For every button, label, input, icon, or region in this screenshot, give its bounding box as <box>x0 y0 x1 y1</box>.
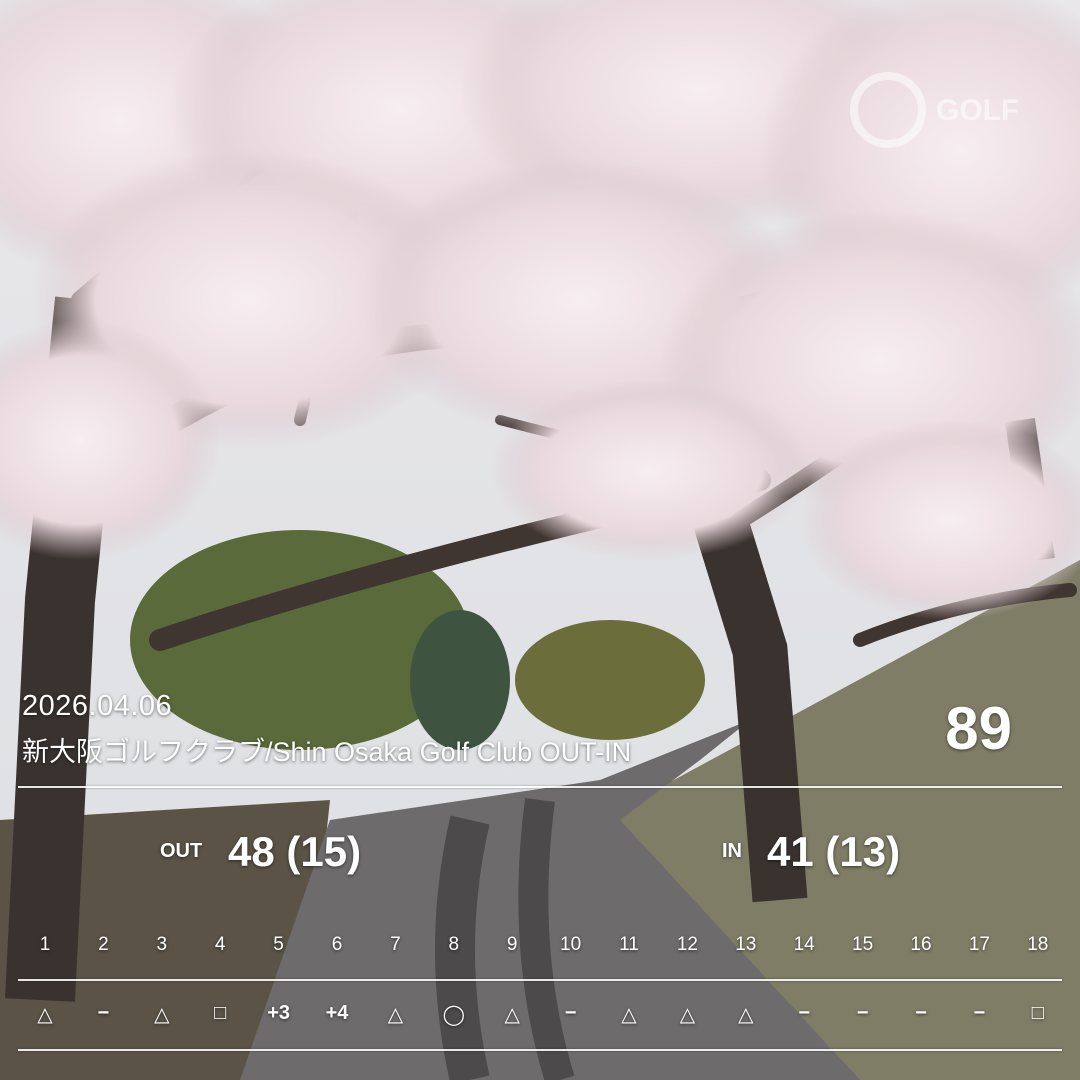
hole-numbers-row: 1 2 3 4 5 6 7 8 9 10 11 12 13 14 15 16 17 18 <box>0 930 1080 970</box>
hole-number: 15 <box>852 934 874 955</box>
hole-number: 16 <box>910 934 932 955</box>
hole-number: 11 <box>619 934 639 955</box>
divider-bottom <box>18 1049 1062 1051</box>
hole-number: 18 <box>1027 934 1049 955</box>
hole-result: □ <box>1031 1002 1044 1024</box>
hole-number: 12 <box>676 934 698 955</box>
hole-result: △ <box>621 1004 637 1026</box>
hole-number: 8 <box>448 934 460 955</box>
golf-app-logo-icon: GOLF <box>850 72 1019 148</box>
hole-number: 3 <box>156 934 168 955</box>
total-score: 89 <box>945 695 1012 762</box>
hole-result: △ <box>738 1004 754 1026</box>
hole-result: △ <box>37 1004 53 1026</box>
hole-number: 2 <box>98 934 109 955</box>
round-date: 2026.04.06 <box>22 690 173 722</box>
hole-result: ◯ <box>442 1004 465 1026</box>
hole-number: 13 <box>735 934 757 955</box>
hole-result: +3 <box>267 1002 290 1024</box>
hole-results-row: △ − △ □ +3 +4 △ ◯ △ − △ △ △ − − − − □ <box>0 996 1080 1036</box>
out-score: 48 (15) <box>228 828 362 875</box>
in-label: IN <box>722 840 742 862</box>
hole-number: 14 <box>793 934 815 955</box>
hole-number: 7 <box>390 934 401 955</box>
hole-result: − <box>915 1002 927 1024</box>
hole-number: 6 <box>331 934 343 955</box>
out-label: OUT <box>160 840 203 862</box>
divider-top <box>18 786 1062 788</box>
divider-middle <box>18 979 1062 981</box>
logo-text: GOLF <box>936 94 1019 127</box>
hole-number: 9 <box>506 934 518 955</box>
hole-number: 4 <box>214 934 226 955</box>
hole-result: − <box>97 1002 110 1024</box>
hole-result: − <box>798 1002 811 1024</box>
hole-result: △ <box>504 1004 520 1026</box>
hole-number: 17 <box>968 934 990 955</box>
hole-result: − <box>973 1002 986 1024</box>
hole-number: 1 <box>39 934 51 955</box>
hole-number: 5 <box>273 934 284 955</box>
hole-result: △ <box>387 1004 404 1026</box>
hole-number: 10 <box>560 934 582 955</box>
hole-result: △ <box>154 1004 170 1026</box>
hole-result: − <box>564 1002 577 1024</box>
hole-result: +4 <box>325 1002 349 1024</box>
course-name: 新大阪ゴルフクラブ/Shin Osaka Golf Club OUT-IN <box>22 737 632 767</box>
hole-result: □ <box>214 1002 227 1024</box>
hole-result: − <box>856 1002 869 1024</box>
in-score: 41 (13) <box>767 828 901 875</box>
hole-result: △ <box>679 1004 696 1026</box>
